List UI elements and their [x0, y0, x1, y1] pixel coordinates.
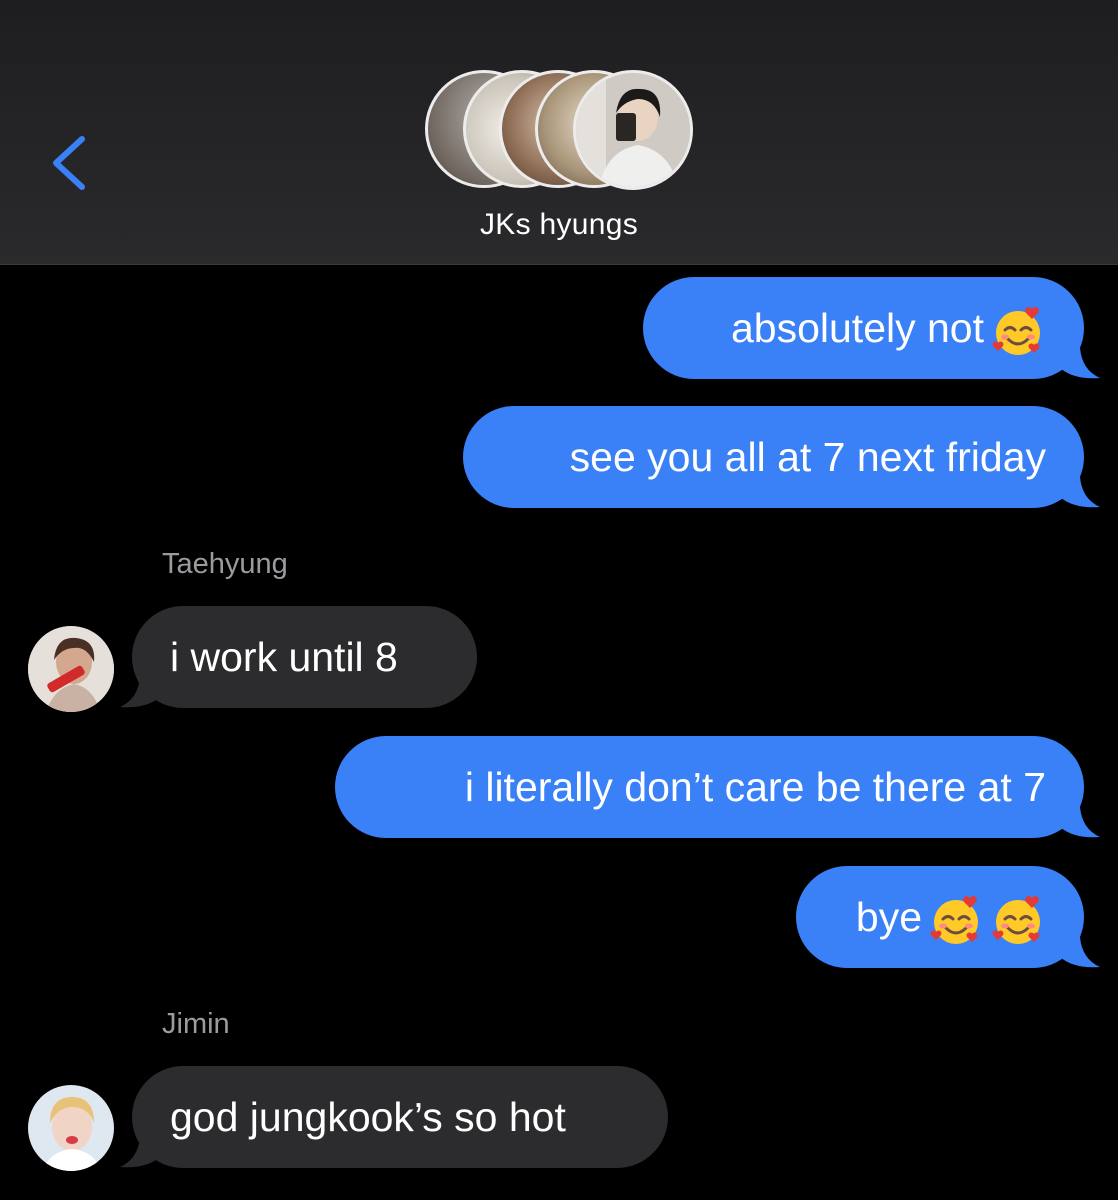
group-avatar-stack[interactable] — [425, 70, 693, 190]
message-text: bye — [855, 894, 922, 940]
message-text: absolutely not — [730, 305, 984, 351]
avatar[interactable] — [28, 1085, 114, 1171]
sender-name: Jimin — [162, 1008, 230, 1040]
smiling-face-with-hearts-icon — [990, 303, 1046, 359]
message-bubble-sent[interactable]: i literally don’t care be there at 7 — [335, 736, 1084, 838]
message-bubble-sent[interactable]: bye — [796, 866, 1084, 968]
group-member-avatar — [573, 70, 693, 190]
message-text: see you all at 7 next friday — [569, 434, 1046, 480]
conversation-header: JKs hyungs — [0, 0, 1118, 265]
chevron-left-icon[interactable] — [46, 133, 90, 193]
message-bubble-sent[interactable]: absolutely not — [643, 277, 1084, 379]
bubble-tail — [1060, 348, 1100, 379]
message-bubble-received[interactable]: i work until 8 — [132, 606, 477, 708]
avatar[interactable] — [28, 626, 114, 712]
message-text: i literally don’t care be there at 7 — [464, 764, 1046, 810]
message-bubble-sent[interactable]: see you all at 7 next friday — [463, 406, 1084, 508]
bubble-tail — [120, 1137, 160, 1168]
smiling-face-with-hearts-icon — [928, 892, 984, 948]
bubble-tail — [1060, 477, 1100, 508]
group-name[interactable]: JKs hyungs — [0, 208, 1118, 242]
bubble-tail — [1060, 807, 1100, 838]
bubble-tail — [1060, 937, 1100, 968]
message-bubble-received[interactable]: god jungkook’s so hot — [132, 1066, 668, 1168]
message-text: god jungkook’s so hot — [170, 1094, 566, 1140]
sender-name: Taehyung — [162, 548, 288, 580]
smiling-face-with-hearts-icon — [990, 892, 1046, 948]
bubble-tail — [120, 677, 160, 708]
message-text: i work until 8 — [170, 634, 398, 680]
